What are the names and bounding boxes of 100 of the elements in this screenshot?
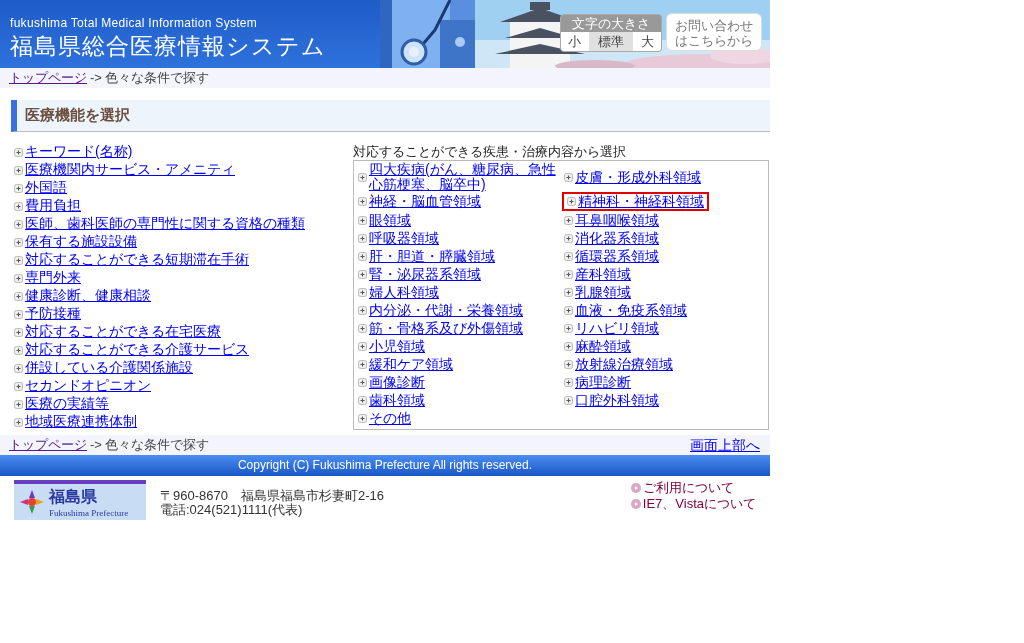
disease-link[interactable]: 産科領域 bbox=[575, 266, 631, 282]
plus-bullet-icon bbox=[358, 287, 367, 297]
disease-link[interactable]: 皮膚・形成外科領域 bbox=[575, 169, 701, 185]
disease-link[interactable]: 画像診断 bbox=[369, 374, 425, 390]
font-size-option[interactable]: 小 bbox=[561, 32, 589, 51]
plus-bullet-icon bbox=[358, 377, 367, 387]
disease-link[interactable]: 肝・胆道・膵臓領域 bbox=[369, 248, 495, 264]
disease-link[interactable]: 血液・免疫系領域 bbox=[575, 302, 687, 318]
disease-link[interactable]: 婦人科領域 bbox=[369, 284, 439, 300]
category-link[interactable]: セカンドオピニオン bbox=[25, 377, 151, 395]
logo-name: 福島県 bbox=[49, 486, 98, 507]
disease-link[interactable]: 小児領域 bbox=[369, 338, 425, 354]
disease-link[interactable]: 眼領域 bbox=[369, 212, 411, 228]
disease-link[interactable]: 放射線治療領域 bbox=[575, 356, 673, 372]
plus-bullet-icon bbox=[567, 197, 576, 206]
plus-bullet-icon bbox=[14, 147, 23, 157]
plus-bullet-icon bbox=[358, 233, 367, 243]
plus-bullet-icon bbox=[564, 305, 573, 315]
logo-subname: Fukushima Prefecture bbox=[49, 507, 129, 518]
flower-icon bbox=[18, 488, 46, 516]
disease-link[interactable]: 歯科領域 bbox=[369, 392, 425, 408]
plus-bullet-icon bbox=[14, 201, 23, 211]
disease-link[interactable]: 耳鼻咽喉領域 bbox=[575, 212, 659, 228]
category-link[interactable]: 地域医療連携体制 bbox=[25, 413, 137, 431]
disease-link[interactable]: 循環器系領域 bbox=[575, 248, 659, 264]
plus-bullet-icon bbox=[564, 341, 573, 351]
plus-bullet-icon bbox=[564, 287, 573, 297]
plus-bullet-icon bbox=[564, 233, 573, 243]
plus-bullet-icon bbox=[564, 377, 573, 387]
plus-bullet-icon bbox=[358, 269, 367, 279]
disease-link[interactable]: 病理診断 bbox=[575, 374, 631, 390]
plus-bullet-icon bbox=[358, 305, 367, 315]
plus-bullet-icon bbox=[14, 399, 23, 409]
footer-link[interactable]: IE7、Vistaについて bbox=[642, 496, 756, 512]
category-link[interactable]: 専門外来 bbox=[25, 269, 81, 287]
plus-bullet-icon bbox=[564, 251, 573, 261]
category-link[interactable]: 対応することができる介護サービス bbox=[25, 341, 249, 359]
disease-link[interactable]: 呼吸器領域 bbox=[369, 230, 439, 246]
plus-bullet-icon bbox=[14, 165, 23, 175]
category-link[interactable]: 外国語 bbox=[25, 179, 67, 197]
arrow-bullet-icon bbox=[630, 483, 641, 493]
plus-bullet-icon bbox=[358, 359, 367, 369]
plus-bullet-icon bbox=[14, 363, 23, 373]
disease-link[interactable]: 口腔外科領域 bbox=[575, 392, 659, 408]
plus-bullet-icon bbox=[358, 215, 367, 225]
category-link[interactable]: 対応することができる在宅医療 bbox=[25, 323, 221, 341]
address-line: 〒960-8670 福島県福島市杉妻町2-16 bbox=[160, 489, 384, 503]
disease-link[interactable]: 筋・骨格系及び外傷領域 bbox=[369, 320, 523, 336]
disease-link[interactable]: 神経・脳血管領域 bbox=[369, 194, 481, 209]
category-link[interactable]: 健康診断、健康相談 bbox=[25, 287, 151, 305]
plus-bullet-icon bbox=[14, 273, 23, 283]
plus-bullet-icon bbox=[14, 345, 23, 355]
category-link[interactable]: 費用負担 bbox=[25, 197, 81, 215]
disease-link[interactable]: 乳腺領域 bbox=[575, 284, 631, 300]
disease-link[interactable]: 腎・泌尿器系領域 bbox=[369, 266, 481, 282]
plus-bullet-icon bbox=[358, 323, 367, 333]
plus-bullet-icon bbox=[14, 381, 23, 391]
category-link[interactable]: 併設している介護関係施設 bbox=[25, 359, 193, 377]
disease-link[interactable]: リハビリ領域 bbox=[575, 320, 659, 336]
category-link[interactable]: 医療機関内サービス・アメニティ bbox=[25, 161, 235, 179]
plus-bullet-icon bbox=[14, 255, 23, 265]
plus-bullet-icon bbox=[358, 413, 367, 423]
disease-link[interactable]: 精神科・神経科領域 bbox=[578, 194, 704, 209]
panel-caption: 対応することができる疾患・治療内容から選択 bbox=[353, 143, 627, 160]
breadcrumb-current: 色々な条件で探す bbox=[104, 437, 209, 453]
page-top-link[interactable]: 画面上部へ bbox=[690, 437, 760, 453]
plus-bullet-icon bbox=[358, 251, 367, 261]
disease-link[interactable]: 四大疾病(がん、糖尿病、急性心筋梗塞、脳卒中) bbox=[369, 162, 560, 192]
plus-bullet-icon bbox=[358, 395, 367, 405]
plus-bullet-icon bbox=[564, 395, 573, 405]
contact-button[interactable]: お問い合わせ はこちらから bbox=[666, 13, 762, 51]
plus-bullet-icon bbox=[14, 183, 23, 193]
breadcrumb-separator: -> bbox=[90, 70, 102, 86]
footer-link[interactable]: ご利用について bbox=[642, 480, 734, 496]
font-size-option[interactable]: 標準 bbox=[588, 32, 634, 51]
plus-bullet-icon bbox=[564, 215, 573, 225]
category-link[interactable]: キーワード(名称) bbox=[25, 143, 133, 161]
font-size-option[interactable]: 大 bbox=[633, 32, 661, 51]
category-link[interactable]: 予防接種 bbox=[25, 305, 81, 323]
disease-link[interactable]: 麻酔領域 bbox=[575, 338, 631, 354]
plus-bullet-icon bbox=[564, 269, 573, 279]
breadcrumb-link[interactable]: トップページ bbox=[9, 437, 87, 453]
site-subtitle: fukushima Total Medical Information System bbox=[10, 16, 259, 30]
plus-bullet-icon bbox=[358, 341, 367, 351]
disease-link[interactable]: その他 bbox=[369, 410, 411, 426]
category-link[interactable]: 対応することができる短期滞在手術 bbox=[25, 251, 249, 269]
arrow-bullet-icon bbox=[630, 499, 641, 509]
breadcrumb-current: 色々な条件で探す bbox=[104, 70, 209, 86]
address-line: 電話:024(521)1111(代表) bbox=[160, 503, 304, 517]
category-link[interactable]: 医療の実績等 bbox=[25, 395, 109, 413]
breadcrumb-link[interactable]: トップページ bbox=[9, 70, 87, 86]
breadcrumb-separator: -> bbox=[90, 437, 102, 453]
font-size-label: 文字の大きさ bbox=[571, 15, 651, 32]
disease-link[interactable]: 緩和ケア領域 bbox=[369, 356, 453, 372]
plus-bullet-icon bbox=[14, 219, 23, 229]
category-link[interactable]: 保有する施設設備 bbox=[25, 233, 137, 251]
category-link[interactable]: 医師、歯科医師の専門性に関する資格の種類 bbox=[25, 215, 305, 233]
disease-link[interactable]: 消化器系領域 bbox=[575, 230, 659, 246]
disease-link[interactable]: 内分泌・代謝・栄養領域 bbox=[369, 302, 523, 318]
plus-bullet-icon bbox=[14, 417, 23, 427]
